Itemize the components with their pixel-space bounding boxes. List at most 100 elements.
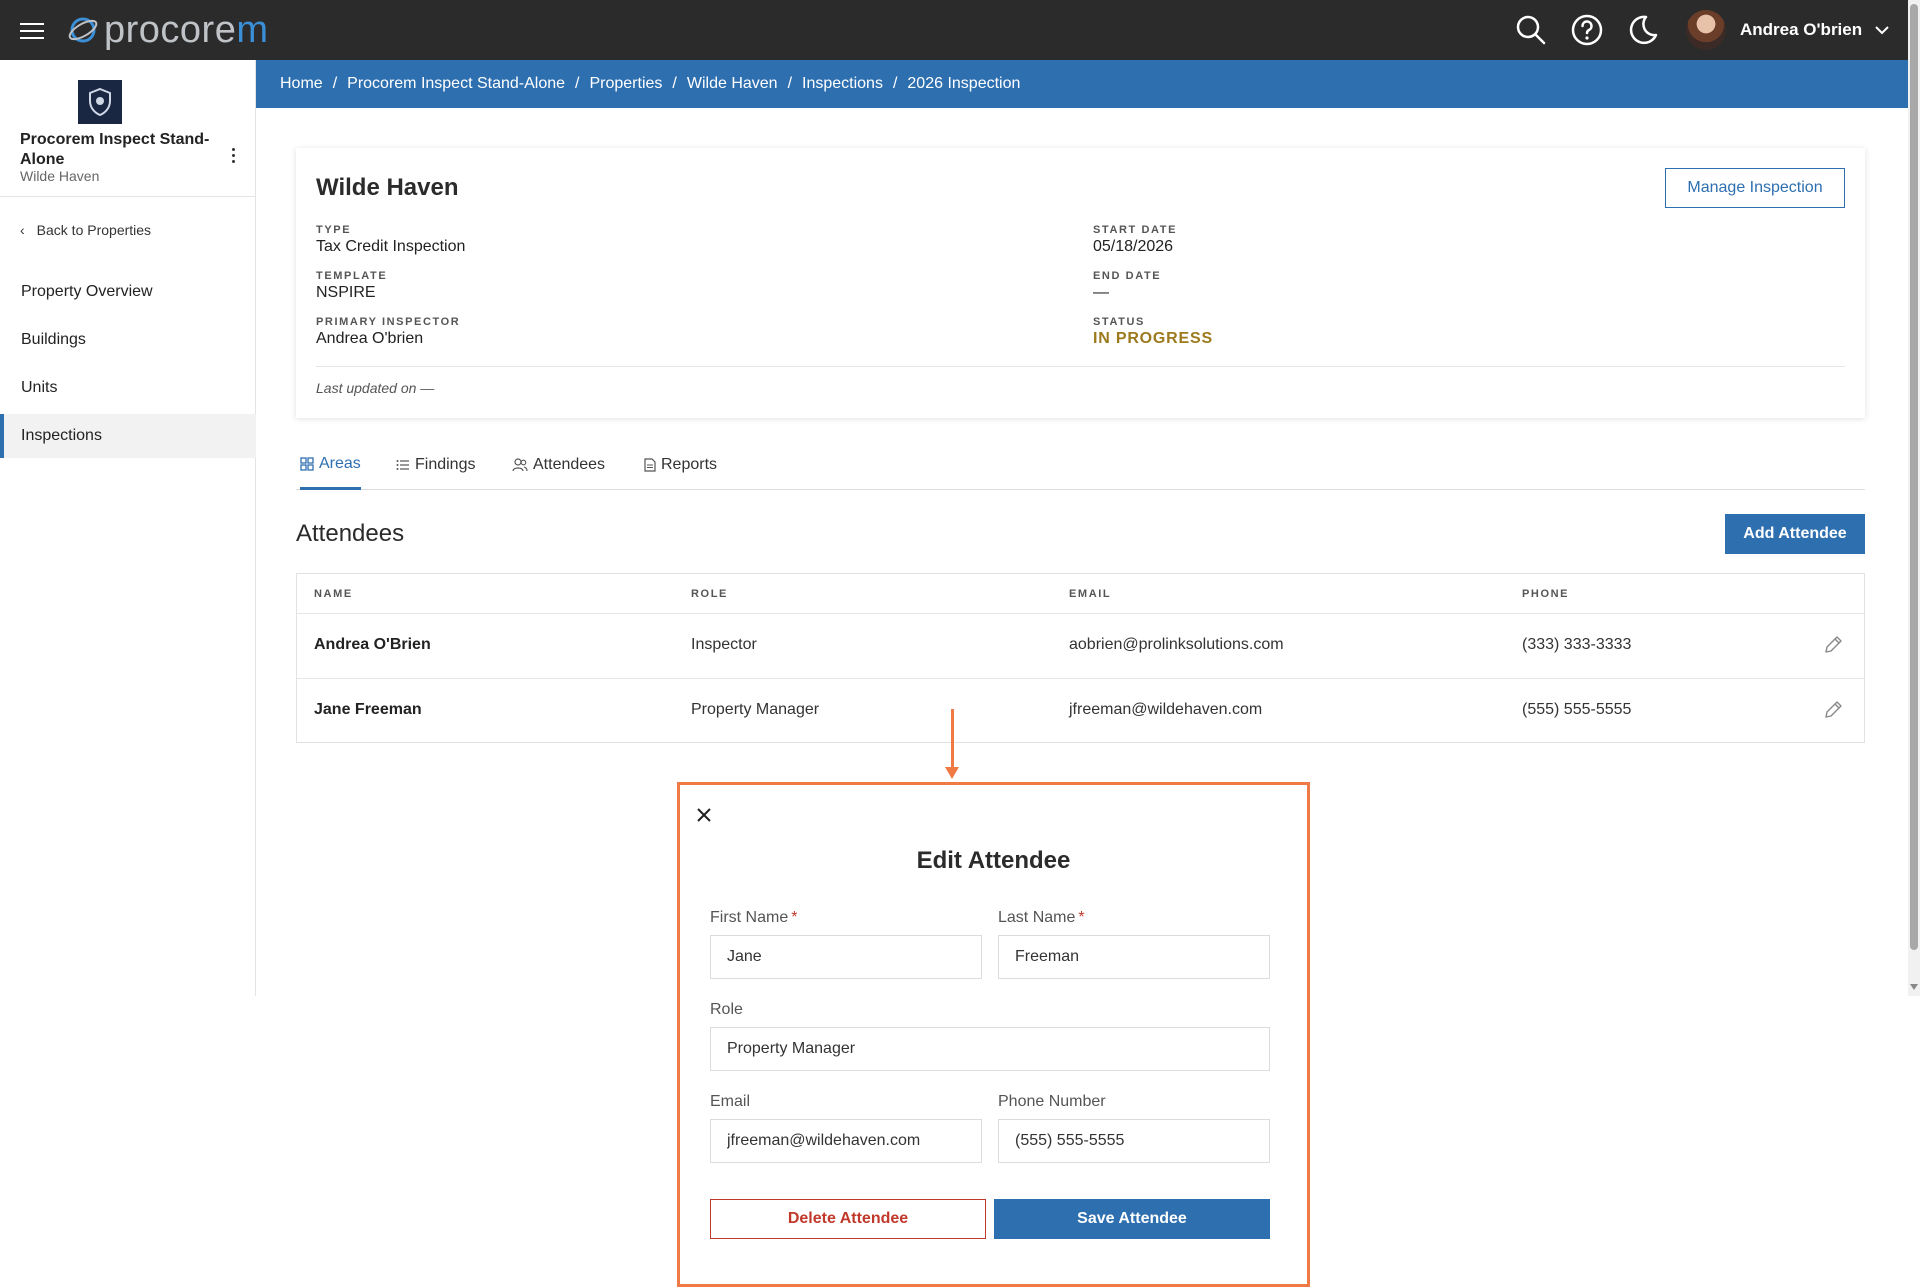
- column-header-role: ROLE: [691, 588, 728, 600]
- email-label: Email: [710, 1093, 751, 1110]
- status-label: STATUS: [1093, 316, 1145, 328]
- attendee-name: Andrea O'Brien: [314, 636, 431, 653]
- sidebar-item-label: Buildings: [21, 331, 86, 348]
- tab-label: Areas: [319, 454, 361, 472]
- grid-icon: [300, 456, 314, 471]
- manage-inspection-button[interactable]: Manage Inspection: [1665, 168, 1845, 208]
- sidebar-item-buildings[interactable]: Buildings: [0, 318, 256, 362]
- procorem-logo-icon: [68, 17, 98, 43]
- search-icon[interactable]: [1514, 13, 1548, 47]
- kebab-menu-icon[interactable]: [228, 148, 238, 168]
- attendees-heading: Attendees: [296, 520, 405, 547]
- property-subtitle: Wilde Haven: [20, 168, 100, 184]
- first-name-field[interactable]: [710, 935, 982, 979]
- breadcrumb-home[interactable]: Home: [280, 75, 323, 93]
- save-attendee-button[interactable]: Save Attendee: [994, 1199, 1270, 1239]
- card-divider: [316, 366, 1845, 367]
- scroll-down-arrow-icon[interactable]: [1910, 984, 1918, 990]
- annotation-arrow: [951, 709, 954, 769]
- breadcrumb-organization[interactable]: Procorem Inspect Stand-Alone: [347, 75, 565, 93]
- sidebar-item-units[interactable]: Units: [0, 366, 256, 410]
- table-row: Jane Freeman Property Manager jfreeman@w…: [297, 678, 1864, 743]
- role-field[interactable]: [710, 1027, 1270, 1071]
- attendee-name: Jane Freeman: [314, 701, 422, 718]
- first-name-label: First Name *: [710, 909, 797, 927]
- sidebar-item-inspections[interactable]: Inspections: [0, 414, 256, 458]
- delete-attendee-button[interactable]: Delete Attendee: [710, 1199, 986, 1239]
- tab-areas[interactable]: Areas: [300, 440, 361, 490]
- start-date-label: START DATE: [1093, 224, 1178, 236]
- chevron-down-icon: [1875, 26, 1889, 35]
- app-logo[interactable]: procorem: [66, 10, 269, 50]
- add-attendee-button[interactable]: Add Attendee: [1725, 514, 1865, 554]
- page-scrollbar[interactable]: [1908, 0, 1920, 996]
- edit-pencil-icon[interactable]: [1822, 634, 1844, 656]
- inspection-tabs: Areas Findings Attendees Reports: [296, 440, 1865, 490]
- shield-icon: [89, 87, 111, 117]
- table-row: Andrea O'Brien Inspector aobrien@prolink…: [297, 613, 1864, 678]
- sidebar-item-label: Units: [21, 379, 58, 396]
- tab-findings[interactable]: Findings: [396, 440, 475, 490]
- back-link-label: Back to Properties: [36, 222, 152, 238]
- property-logo: [78, 80, 122, 124]
- tab-label: Attendees: [533, 456, 606, 473]
- top-bar: procorem Andrea O'brien: [0, 0, 1908, 60]
- tab-reports[interactable]: Reports: [644, 440, 717, 490]
- breadcrumb: Home / Procorem Inspect Stand-Alone / Prop…: [256, 60, 1908, 108]
- chevron-left-icon: ‹: [20, 222, 25, 238]
- template-label: TEMPLATE: [316, 270, 388, 282]
- status-badge: IN PROGRESS: [1093, 330, 1213, 347]
- attendee-role: Inspector: [691, 636, 757, 653]
- attendees-table: NAME ROLE EMAIL PHONE Andrea O'Brien Ins…: [296, 573, 1865, 743]
- attendee-email: jfreeman@wildehaven.com: [1069, 701, 1263, 718]
- phone-label: Phone Number: [998, 1093, 1106, 1110]
- sidebar-item-label: Inspections: [21, 427, 102, 444]
- user-menu[interactable]: Andrea O'brien: [1686, 8, 1890, 52]
- sidebar: Procorem Inspect Stand-Alone Wilde Haven…: [0, 60, 256, 996]
- user-name: Andrea O'brien: [1740, 20, 1863, 39]
- close-icon[interactable]: [694, 805, 714, 825]
- required-mark: *: [791, 909, 798, 926]
- list-icon: [396, 460, 409, 470]
- start-date-value: 05/18/2026: [1093, 238, 1174, 255]
- last-name-label-text: Last Name: [998, 909, 1076, 926]
- help-icon[interactable]: [1570, 13, 1604, 47]
- last-name-field[interactable]: [998, 935, 1270, 979]
- required-mark: *: [1078, 909, 1085, 926]
- dark-mode-moon-icon[interactable]: [1626, 13, 1660, 47]
- column-header-phone: PHONE: [1522, 588, 1570, 600]
- role-label: Role: [710, 1001, 743, 1018]
- inspector-value: Andrea O'brien: [316, 330, 424, 347]
- breadcrumb-properties[interactable]: Properties: [589, 75, 662, 93]
- hamburger-menu-icon[interactable]: [20, 19, 44, 41]
- logo-suffix: m: [236, 9, 269, 51]
- breadcrumb-inspections[interactable]: Inspections: [802, 75, 883, 93]
- avatar: [1686, 10, 1726, 50]
- email-field[interactable]: [710, 1119, 982, 1163]
- edit-pencil-icon[interactable]: [1822, 699, 1844, 721]
- tab-label: Reports: [661, 456, 718, 473]
- breadcrumb-current[interactable]: 2026 Inspection: [907, 75, 1020, 93]
- last-name-label: Last Name *: [998, 909, 1085, 927]
- phone-field[interactable]: [998, 1119, 1270, 1163]
- annotation-arrow-head: [945, 767, 959, 779]
- sidebar-divider: [0, 196, 256, 197]
- logo-prefix: procore: [104, 9, 237, 51]
- first-name-label-text: First Name: [710, 909, 789, 926]
- attendee-phone: (555) 555-5555: [1522, 701, 1632, 718]
- document-icon: [644, 458, 656, 472]
- scrollbar-thumb[interactable]: [1910, 4, 1918, 950]
- type-value: Tax Credit Inspection: [316, 238, 466, 255]
- sidebar-item-label: Property Overview: [21, 283, 153, 300]
- back-to-properties-link[interactable]: ‹ Back to Properties: [20, 222, 151, 238]
- attendee-role: Property Manager: [691, 701, 820, 718]
- tab-attendees[interactable]: Attendees: [512, 440, 605, 490]
- property-name: Procorem Inspect Stand-Alone: [20, 131, 210, 168]
- sidebar-item-property-overview[interactable]: Property Overview: [0, 270, 256, 314]
- attendee-email: aobrien@prolinksolutions.com: [1069, 636, 1284, 653]
- end-date-value: —: [1093, 284, 1109, 301]
- modal-title: Edit Attendee: [916, 847, 1071, 874]
- inspector-label: PRIMARY INSPECTOR: [316, 316, 461, 328]
- inspection-title: Wilde Haven: [316, 174, 459, 201]
- breadcrumb-property[interactable]: Wilde Haven: [687, 75, 778, 93]
